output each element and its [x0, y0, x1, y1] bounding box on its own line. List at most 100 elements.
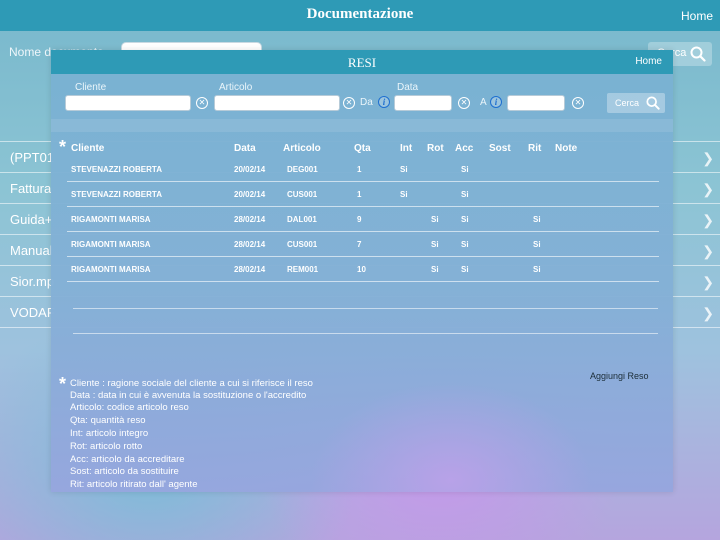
- cliente-filter-label: Cliente: [75, 82, 107, 93]
- search-icon: [646, 96, 660, 110]
- modal-title: RESI: [347, 55, 377, 70]
- legend-line: Articolo: codice articolo reso: [70, 402, 189, 413]
- search-button-label: Cerca: [615, 98, 640, 108]
- cliente-filter-input[interactable]: [65, 95, 191, 111]
- chevron-right-icon: ❯: [702, 181, 714, 197]
- cell-acc: Si: [461, 215, 469, 224]
- file-name: Sior.mp: [10, 274, 55, 289]
- column-header-int: Int: [400, 143, 413, 154]
- cell-cliente: RIGAMONTI MARISA: [71, 265, 151, 274]
- table-row[interactable]: RIGAMONTI MARISA 28/02/14 DAL001 9 Si Si…: [67, 207, 659, 232]
- column-header-data: Data: [234, 143, 256, 154]
- cell-rot: Si: [431, 265, 439, 274]
- legend-line: Acc: articolo da accreditare: [70, 454, 185, 465]
- search-icon: [690, 46, 706, 62]
- asterisk-marker: *: [59, 374, 67, 394]
- cell-qta: 1: [357, 190, 362, 199]
- chevron-right-icon: ❯: [702, 212, 714, 228]
- cell-rot: Si: [431, 240, 439, 249]
- date-to-label: A: [480, 97, 487, 108]
- articolo-filter-label: Articolo: [219, 82, 253, 93]
- cell-articolo: CUS001: [287, 240, 318, 249]
- cell-rit: Si: [533, 215, 541, 224]
- file-name: VODAF: [10, 305, 55, 320]
- info-icon[interactable]: i: [378, 96, 390, 108]
- data-filter-label: Data: [397, 82, 419, 93]
- chevron-right-icon: ❯: [702, 243, 714, 259]
- cell-acc: Si: [461, 190, 469, 199]
- file-name: Manual: [10, 243, 53, 258]
- cell-qta: 9: [357, 215, 362, 224]
- cell-acc: Si: [461, 240, 469, 249]
- home-link[interactable]: Home: [681, 9, 713, 23]
- table-row[interactable]: STEVENAZZI ROBERTA 20/02/14 DEG001 1 Si …: [67, 157, 659, 182]
- column-header-sost: Sost: [489, 143, 511, 154]
- legend-line: Int: articolo integro: [70, 428, 149, 439]
- cell-qta: 7: [357, 240, 362, 249]
- clear-icon[interactable]: ✕: [572, 97, 584, 109]
- chevron-right-icon: ❯: [702, 150, 714, 166]
- filter-band: [51, 119, 673, 132]
- chevron-right-icon: ❯: [702, 274, 714, 290]
- cell-cliente: STEVENAZZI ROBERTA: [71, 165, 162, 174]
- cell-acc: Si: [461, 165, 469, 174]
- file-name: (PPT01: [10, 150, 55, 165]
- column-header-articolo: Articolo: [283, 143, 321, 154]
- file-name: Fattura: [10, 181, 52, 196]
- cell-articolo: CUS001: [287, 190, 318, 199]
- add-reso-button[interactable]: Aggiungi Reso: [590, 371, 649, 381]
- column-header-cliente: Cliente: [71, 143, 105, 154]
- legend-line: Data : data in cui è avvenuta la sostitu…: [70, 390, 307, 401]
- modal-header: RESI Home: [51, 50, 673, 74]
- modal-home-link[interactable]: Home: [635, 56, 662, 67]
- cell-articolo: DAL001: [287, 215, 317, 224]
- articolo-filter-input[interactable]: [214, 95, 340, 111]
- table-divider: [73, 308, 658, 309]
- legend-line: Rot: articolo rotto: [70, 441, 143, 452]
- search-button[interactable]: Cerca: [607, 93, 665, 113]
- cell-cliente: RIGAMONTI MARISA: [71, 215, 151, 224]
- cell-qta: 10: [357, 265, 366, 274]
- column-header-note: Note: [555, 143, 578, 154]
- column-header-acc: Acc: [455, 143, 474, 154]
- cell-data: 28/02/14: [234, 265, 266, 274]
- page-title: Documentazione: [306, 6, 414, 22]
- clear-icon[interactable]: ✕: [458, 97, 470, 109]
- table-row[interactable]: STEVENAZZI ROBERTA 20/02/14 CUS001 1 Si …: [67, 182, 659, 207]
- cell-data: 28/02/14: [234, 240, 266, 249]
- asterisk-marker: *: [59, 137, 67, 157]
- table-divider: [73, 333, 658, 334]
- date-from-label: Da: [360, 97, 373, 108]
- table-row[interactable]: RIGAMONTI MARISA 28/02/14 REM001 10 Si S…: [67, 257, 659, 282]
- cell-rit: Si: [533, 265, 541, 274]
- cell-data: 28/02/14: [234, 215, 266, 224]
- cell-data: 20/02/14: [234, 165, 266, 174]
- clear-icon[interactable]: ✕: [343, 97, 355, 109]
- legend-line: Sost: articolo da sostituire: [70, 466, 179, 477]
- resi-modal: RESI Home Cliente ✕ Articolo ✕ Da i Data…: [51, 50, 673, 492]
- date-from-input[interactable]: [394, 95, 452, 111]
- cell-acc: Si: [461, 265, 469, 274]
- cell-cliente: RIGAMONTI MARISA: [71, 240, 151, 249]
- file-name: Guida+: [10, 212, 53, 227]
- table-row[interactable]: RIGAMONTI MARISA 28/02/14 CUS001 7 Si Si…: [67, 232, 659, 257]
- cell-int: Si: [400, 165, 408, 174]
- info-icon[interactable]: i: [490, 96, 502, 108]
- cell-rit: Si: [533, 240, 541, 249]
- legend-line: Rit: articolo ritirato dall' agente: [70, 479, 198, 490]
- cell-articolo: DEG001: [287, 165, 318, 174]
- cell-cliente: STEVENAZZI ROBERTA: [71, 190, 162, 199]
- legend-line: Cliente : ragione sociale del cliente a …: [70, 378, 313, 389]
- cell-rot: Si: [431, 215, 439, 224]
- cell-int: Si: [400, 190, 408, 199]
- date-to-input[interactable]: [507, 95, 565, 111]
- column-header-qta: Qta: [354, 143, 371, 154]
- legend-line: Qta: quantità reso: [70, 415, 146, 426]
- clear-icon[interactable]: ✕: [196, 97, 208, 109]
- top-bar: Documentazione Home: [0, 0, 720, 31]
- chevron-right-icon: ❯: [702, 305, 714, 321]
- cell-articolo: REM001: [287, 265, 319, 274]
- cell-qta: 1: [357, 165, 362, 174]
- column-header-rot: Rot: [427, 143, 444, 154]
- cell-data: 20/02/14: [234, 190, 266, 199]
